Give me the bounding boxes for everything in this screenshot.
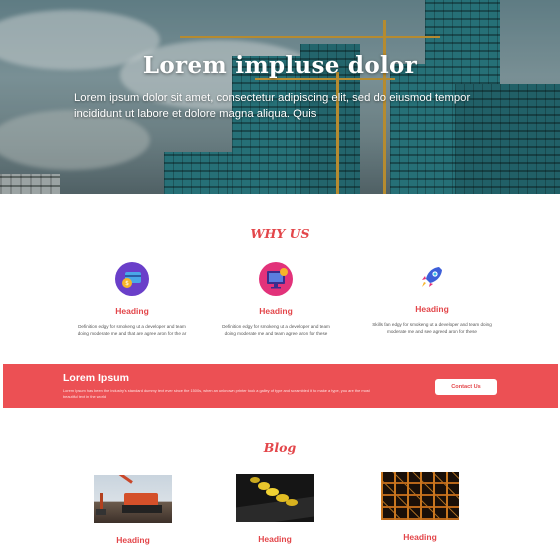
feature-card: Heading Skills fan edgy for smokeng ut a… — [372, 260, 492, 335]
blog-card[interactable]: Heading — [381, 472, 459, 542]
excavator-photo[interactable] — [94, 475, 172, 523]
hero-text: Lorem ipsum dolor sit amet, consectetur … — [74, 92, 471, 120]
blog-title: Blog — [263, 440, 297, 455]
feature-text: Definition edgy for smokeng ut a develop… — [222, 324, 330, 336]
steel-scaffold-photo[interactable] — [381, 472, 459, 520]
blog-card-heading[interactable]: Heading — [236, 534, 314, 544]
feature-card: $ Heading Definition edgy for smokeng ut… — [72, 262, 192, 337]
feature-text: Definition edgy for smokeng ut a develop… — [77, 324, 187, 336]
banner-title: Lorem Ipsum — [63, 372, 129, 384]
hero-title: Lorem impluse dolor — [142, 52, 418, 79]
contact-us-button[interactable]: Contact Us — [435, 379, 497, 395]
feature-heading: Heading — [415, 304, 449, 314]
blog-card-heading[interactable]: Heading — [381, 532, 459, 542]
feature-card: Heading Definition edgy for smokeng ut a… — [216, 262, 336, 337]
rocket-icon — [415, 260, 449, 294]
banner-text: Lorem Ipsum has been the industry's stan… — [63, 388, 370, 399]
feature-heading: Heading — [259, 306, 293, 316]
blog-card-heading[interactable]: Heading — [94, 535, 172, 545]
blog-card[interactable]: Heading — [236, 474, 314, 544]
hero-section: Lorem impluse dolor Lorem ipsum dolor si… — [0, 0, 560, 194]
payment-card-icon: $ — [115, 262, 149, 296]
feature-heading: Heading — [115, 306, 149, 316]
why-us-title: WHY US — [250, 226, 310, 241]
blog-card[interactable]: Heading — [94, 475, 172, 545]
svg-text:$: $ — [125, 280, 129, 287]
feature-text: Skills fan edgy for smokeng ut a develop… — [372, 322, 492, 334]
gold-coins-photo[interactable] — [236, 474, 314, 522]
monitor-chart-icon — [259, 262, 293, 296]
cta-banner: Lorem Ipsum Lorem Ipsum has been the ind… — [3, 364, 558, 408]
